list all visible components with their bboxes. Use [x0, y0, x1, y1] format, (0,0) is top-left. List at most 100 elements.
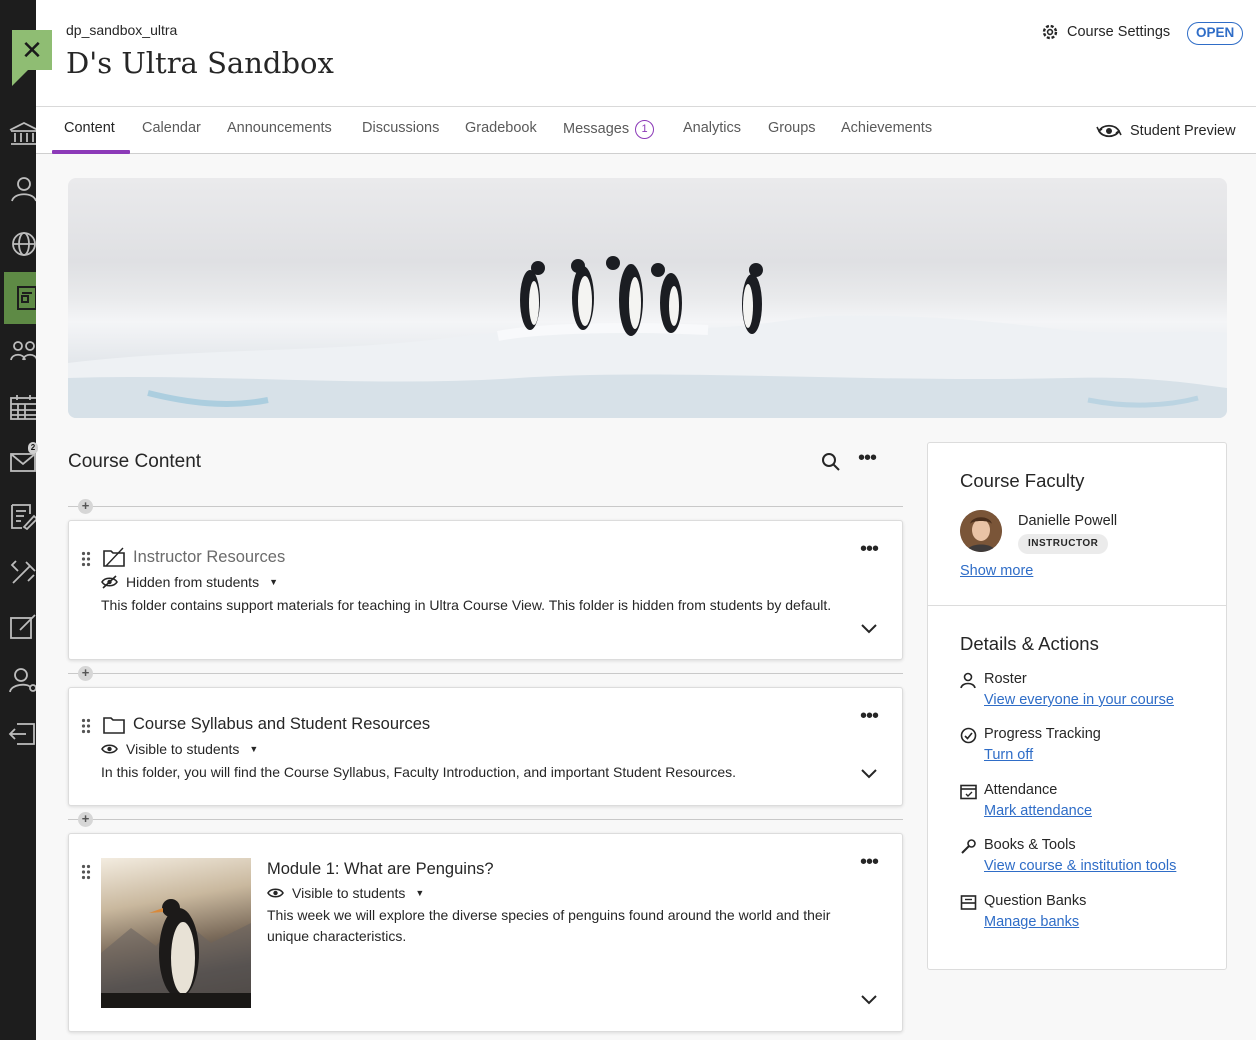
- tab-achievements[interactable]: Achievements: [841, 120, 932, 136]
- search-icon[interactable]: [820, 451, 842, 473]
- panel-divider: [928, 605, 1226, 606]
- tools-icon[interactable]: [8, 557, 36, 585]
- courses-icon[interactable]: [8, 284, 36, 312]
- close-course-button[interactable]: ✕: [12, 30, 52, 86]
- details-actions-title: Details & Actions: [960, 633, 1099, 654]
- course-faculty-title: Course Faculty: [960, 470, 1085, 491]
- visibility-label: Hidden from students: [126, 574, 260, 590]
- chevron-down-icon[interactable]: [860, 768, 878, 780]
- progress-tracking-link[interactable]: Turn off: [984, 747, 1033, 763]
- drag-handle-icon[interactable]: [81, 864, 91, 880]
- caret-down-icon: ▼: [249, 744, 259, 754]
- sign-out-icon[interactable]: [8, 720, 36, 748]
- student-preview-icon: [1096, 124, 1122, 138]
- course-tabs: Content Calendar Announcements Discussio…: [36, 106, 1256, 154]
- roster-link[interactable]: View everyone in your course: [984, 692, 1174, 708]
- details-item-label: Roster: [984, 671, 1027, 687]
- add-content-button[interactable]: +: [78, 499, 93, 514]
- visibility-label: Visible to students: [292, 885, 406, 901]
- item-more-options-button[interactable]: •••: [860, 706, 879, 726]
- course-id: dp_sandbox_ultra: [66, 22, 178, 38]
- global-nav-rail: 2: [0, 0, 38, 1040]
- tab-analytics[interactable]: Analytics: [683, 120, 741, 136]
- details-item-label: Books & Tools: [984, 837, 1076, 853]
- close-icon: ✕: [21, 35, 43, 65]
- item-description: This folder contains support materials f…: [101, 597, 832, 613]
- add-content-button[interactable]: +: [78, 812, 93, 827]
- institution-icon[interactable]: [8, 120, 36, 148]
- content-item-course-syllabus[interactable]: Course Syllabus and Student Resources Vi…: [68, 687, 903, 806]
- faculty-photo: [960, 510, 1002, 552]
- question-banks-link[interactable]: Manage banks: [984, 914, 1079, 930]
- penguin-illustration: [101, 899, 251, 1008]
- caret-down-icon: ▼: [269, 577, 278, 587]
- rail-messages-badge: 2: [28, 442, 38, 454]
- insert-divider: [68, 819, 903, 820]
- grades-icon[interactable]: [8, 502, 36, 530]
- profile-icon[interactable]: [8, 175, 36, 203]
- course-content-title: Course Content: [68, 451, 202, 472]
- drag-handle-icon[interactable]: [81, 551, 91, 567]
- tab-announcements[interactable]: Announcements: [227, 120, 332, 136]
- calendar-icon[interactable]: [8, 393, 36, 421]
- insert-divider: [68, 506, 903, 507]
- eye-icon: [101, 744, 118, 754]
- tab-content[interactable]: Content: [64, 120, 115, 136]
- books-tools-link[interactable]: View course & institution tools: [984, 858, 1176, 874]
- avatar[interactable]: [960, 510, 1002, 552]
- details-item-label: Question Banks: [984, 893, 1087, 909]
- content-item-module-1[interactable]: Module 1: What are Penguins? Visible to …: [68, 833, 903, 1032]
- attendance-link[interactable]: Mark attendance: [984, 803, 1092, 819]
- penguins-on-ice-illustration: [68, 256, 1227, 418]
- course-settings-label: Course Settings: [1067, 24, 1171, 40]
- tab-groups[interactable]: Groups: [768, 120, 816, 136]
- item-title[interactable]: Module 1: What are Penguins?: [267, 860, 494, 879]
- notes-icon[interactable]: [8, 612, 36, 640]
- active-tab-indicator: [52, 150, 130, 154]
- visibility-dropdown[interactable]: Hidden from students ▼: [101, 574, 278, 590]
- item-title[interactable]: Course Syllabus and Student Resources: [133, 715, 430, 734]
- visibility-dropdown[interactable]: Visible to students ▼: [267, 885, 424, 901]
- gear-icon: [1042, 24, 1058, 40]
- check-circle-icon: [960, 727, 977, 744]
- wrench-icon: [961, 839, 976, 854]
- item-description: This week we will explore the diverse sp…: [267, 907, 831, 944]
- course-header: dp_sandbox_ultra D's Ultra Sandbox Cours…: [36, 0, 1256, 106]
- course-details-panel: Course Faculty Danielle Powell INSTRUCTO…: [927, 442, 1227, 970]
- student-preview-label: Student Preview: [1130, 123, 1236, 139]
- course-settings-button[interactable]: Course Settings: [1041, 23, 1170, 41]
- add-content-button[interactable]: +: [78, 666, 93, 681]
- chevron-down-icon[interactable]: [860, 994, 878, 1006]
- roster-icon: [960, 672, 976, 689]
- item-title[interactable]: Instructor Resources: [133, 548, 285, 567]
- eye-slash-icon: [101, 575, 118, 589]
- drag-handle-icon[interactable]: [81, 718, 91, 734]
- globe-icon[interactable]: [8, 230, 36, 258]
- tab-discussions[interactable]: Discussions: [362, 120, 439, 136]
- tab-gradebook[interactable]: Gradebook: [465, 120, 537, 136]
- question-bank-icon: [960, 895, 977, 910]
- chevron-down-icon[interactable]: [860, 623, 878, 635]
- details-item-label: Progress Tracking: [984, 726, 1101, 742]
- messages-count-badge: 1: [635, 120, 655, 139]
- tab-calendar[interactable]: Calendar: [142, 120, 201, 136]
- tab-messages[interactable]: Messages 1: [563, 120, 655, 139]
- student-preview-button[interactable]: Student Preview: [1096, 121, 1236, 141]
- course-content-more-options-button[interactable]: •••: [858, 448, 882, 473]
- page-title: D's Ultra Sandbox: [66, 46, 334, 80]
- show-more-link[interactable]: Show more: [960, 563, 1033, 579]
- item-more-options-button[interactable]: •••: [860, 539, 879, 559]
- organizations-icon[interactable]: [8, 338, 36, 366]
- content-item-instructor-resources[interactable]: Instructor Resources Hidden from student…: [68, 520, 903, 660]
- caret-down-icon: ▼: [415, 888, 425, 898]
- item-more-options-button[interactable]: •••: [860, 852, 879, 872]
- admin-icon[interactable]: [8, 666, 36, 694]
- attendance-icon: [960, 784, 977, 800]
- faculty-name[interactable]: Danielle Powell: [1018, 513, 1117, 529]
- hidden-folder-icon: [103, 547, 125, 567]
- course-status-badge[interactable]: OPEN: [1187, 22, 1244, 45]
- folder-icon: [103, 717, 125, 734]
- visibility-label: Visible to students: [126, 741, 240, 757]
- visibility-dropdown[interactable]: Visible to students ▼: [101, 741, 258, 757]
- item-description: In this folder, you will find the Course…: [101, 764, 736, 780]
